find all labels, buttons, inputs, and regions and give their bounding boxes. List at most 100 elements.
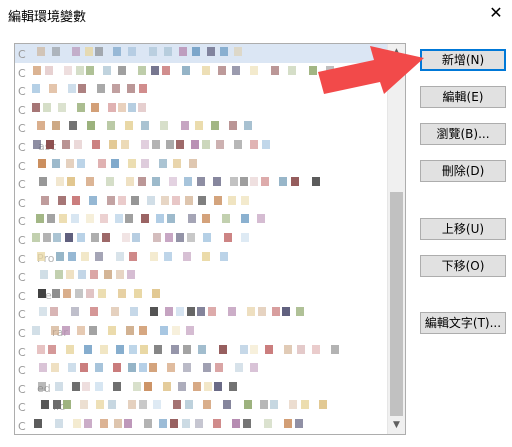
redaction-pixel	[250, 177, 258, 187]
redaction-pixel	[187, 307, 195, 317]
redaction-pixel	[161, 195, 169, 205]
redaction-pixel	[38, 288, 46, 298]
redaction-pixel	[257, 214, 265, 224]
redaction-pixel	[234, 47, 242, 56]
delete-button[interactable]: 刪除(D)	[420, 160, 506, 182]
move-down-button[interactable]: 下移(O)	[420, 255, 506, 277]
redaction-pixel	[240, 344, 248, 354]
redaction-pixel	[67, 177, 75, 187]
redaction-pixel	[78, 84, 86, 94]
list-item[interactable]: C Pro	[15, 249, 387, 268]
redaction-pixel	[167, 363, 175, 373]
list-item[interactable]: Ced	[15, 379, 387, 398]
redaction-pixel	[33, 65, 41, 75]
close-icon[interactable]: ✕	[486, 3, 506, 23]
redaction-pixel	[77, 325, 85, 335]
redaction-pixel	[36, 214, 44, 224]
list-item[interactable]: C	[15, 44, 387, 63]
redaction-pixel	[33, 139, 41, 149]
redaction-pixel	[244, 121, 252, 131]
redaction-pixel	[261, 177, 269, 187]
browse-button[interactable]: 瀏覽(B)...	[420, 123, 506, 145]
redaction-pixel	[141, 214, 149, 224]
redaction-pixel	[59, 214, 67, 224]
redaction-pixel	[90, 270, 98, 280]
list-item[interactable]: C	[15, 156, 387, 175]
list-item[interactable]: C	[15, 230, 387, 249]
redaction-pixel	[73, 418, 81, 428]
redaction-pixel	[218, 65, 226, 75]
redaction-pixel	[87, 121, 95, 131]
redaction-pixel	[176, 232, 184, 242]
redaction-pixel	[171, 344, 179, 354]
redaction-pixel	[195, 418, 203, 428]
scroll-thumb[interactable]	[390, 192, 403, 416]
redaction-pixel	[41, 195, 49, 205]
move-up-button[interactable]: 上移(U)	[420, 218, 506, 240]
redaction-pixel	[63, 400, 71, 410]
redaction-pixel	[96, 400, 104, 410]
redaction-pixel	[138, 102, 146, 112]
redaction-pixel	[62, 325, 70, 335]
redaction-pixel	[43, 232, 51, 242]
redaction-pixel	[72, 47, 80, 56]
redaction-pixel	[56, 177, 64, 187]
redaction-pixel	[159, 158, 167, 168]
redaction-pixel	[116, 344, 124, 354]
redaction-pixel	[147, 195, 155, 205]
list-item[interactable]: C	[15, 304, 387, 323]
redaction-pixel	[202, 139, 210, 149]
list-item[interactable]: Ce	[15, 286, 387, 305]
redaction-pixel	[188, 214, 196, 224]
list-item[interactable]: C	[15, 174, 387, 193]
list-item[interactable]: C	[15, 118, 387, 137]
new-button[interactable]: 新增(N)	[420, 49, 506, 71]
redaction-pixel	[32, 84, 40, 94]
list-item[interactable]: C	[15, 193, 387, 212]
list-item[interactable]: C	[15, 100, 387, 119]
redaction-pixel	[152, 288, 160, 298]
environment-variable-list[interactable]: CCCCCCascCCCCCCProCCeCCrarCCCedClicC ▲ ▼	[14, 43, 406, 435]
redaction-pixel	[207, 47, 215, 56]
redaction-pixel	[55, 418, 63, 428]
list-item[interactable]: Casc	[15, 137, 387, 156]
redaction-pixel	[132, 232, 140, 242]
redaction-pixel	[108, 325, 116, 335]
redaction-pixel	[223, 400, 231, 410]
scroll-up-icon[interactable]: ▲	[388, 44, 405, 61]
list-item[interactable]: C	[15, 360, 387, 379]
redaction-pixel	[213, 177, 221, 187]
redaction-pixel	[234, 139, 242, 149]
list-item-prefix: C	[18, 48, 26, 61]
list-item[interactable]: C	[15, 416, 387, 434]
list-item[interactable]: Crar	[15, 323, 387, 342]
list-item[interactable]: C	[15, 267, 387, 286]
list-item[interactable]: C	[15, 342, 387, 361]
redaction-pixel	[37, 47, 45, 56]
redaction-pixel	[62, 139, 70, 149]
redaction-pixel	[183, 344, 191, 354]
list-item[interactable]: C	[15, 211, 387, 230]
edit-text-button[interactable]: 編輯文字(T)...	[420, 312, 506, 334]
redaction-pixel	[113, 381, 121, 391]
vertical-scrollbar[interactable]: ▲ ▼	[387, 44, 405, 434]
redaction-pixel	[160, 121, 168, 131]
list-item-prefix: C	[18, 122, 26, 136]
redaction-pixel	[138, 177, 146, 187]
scroll-down-icon[interactable]: ▼	[388, 417, 405, 434]
list-item[interactable]: C	[15, 81, 387, 100]
edit-button[interactable]: 編輯(E)	[420, 86, 506, 108]
redaction-pixel	[118, 102, 126, 112]
title-bar: 編輯環境變數 ✕	[0, 0, 512, 30]
redaction-pixel	[91, 102, 99, 112]
redaction-pixel	[77, 102, 85, 112]
redaction-pixel	[124, 418, 132, 428]
redaction-pixel	[102, 232, 110, 242]
redaction-pixel	[172, 195, 180, 205]
list-item[interactable]: Clic	[15, 397, 387, 416]
list-item[interactable]: C	[15, 63, 387, 82]
redaction-pixel	[230, 177, 238, 187]
redaction-pixel	[192, 47, 200, 56]
redaction-pixel	[331, 344, 339, 354]
redaction-pixel	[140, 344, 148, 354]
